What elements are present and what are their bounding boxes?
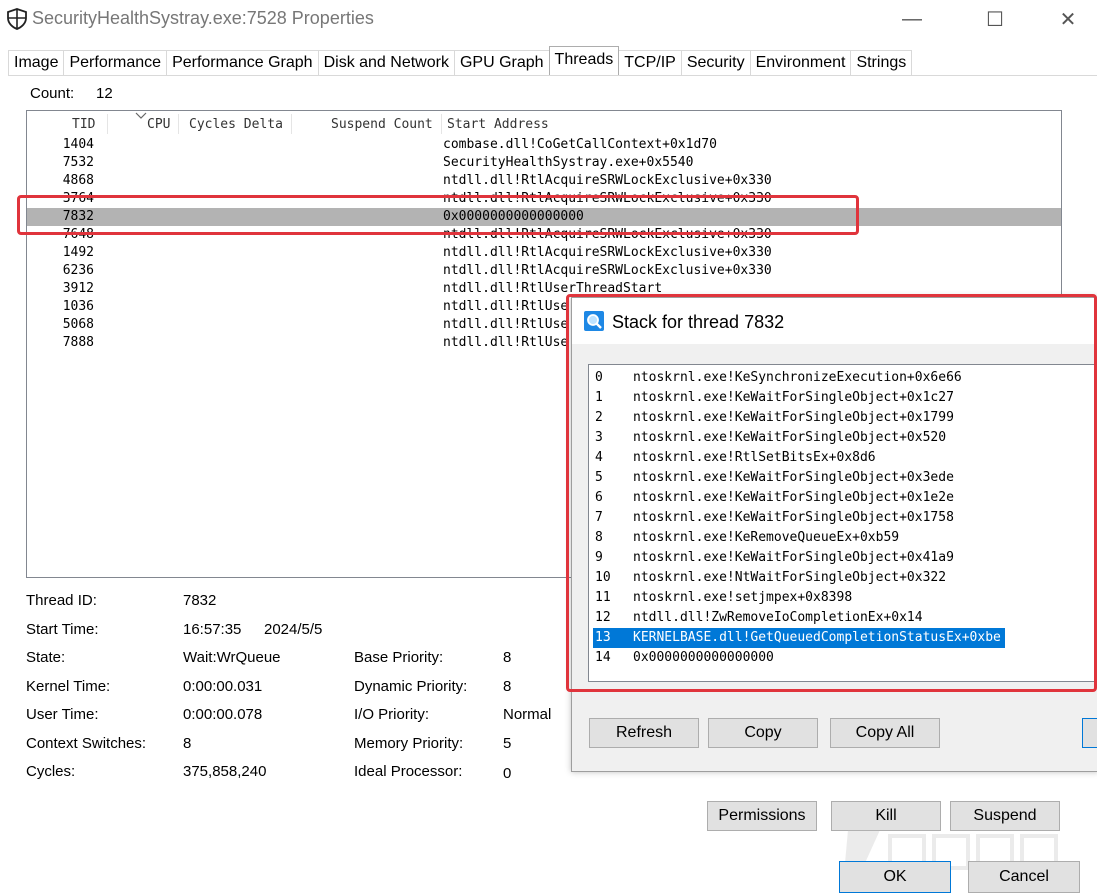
- close-button[interactable]: ✕: [1039, 0, 1097, 38]
- thread-tid: 6236: [62, 263, 94, 278]
- annotation-highlight-box: [566, 294, 1097, 692]
- tab-tcpip[interactable]: TCP/IP: [618, 50, 682, 75]
- thread-row[interactable]: 1492 ntdll.dll!RtlAcquireSRWLockExclusive…: [27, 244, 1061, 262]
- thread-row[interactable]: 6236 ntdll.dll!RtlAcquireSRWLockExclusive…: [27, 262, 1061, 280]
- refresh-button[interactable]: Refresh: [589, 718, 699, 748]
- thread-start-address: ntdll.dll!RtlAcquireSRWLockExclusive+0x3…: [443, 245, 772, 260]
- start-time-value: 16:57:35: [183, 621, 242, 638]
- thread-tid: 3912: [62, 281, 94, 296]
- thread-id-label: Thread ID:: [26, 592, 97, 609]
- shield-icon: [7, 8, 27, 30]
- tab-divider: [8, 75, 1097, 76]
- state-value: Wait:WrQueue: [183, 649, 281, 666]
- kernel-time-label: Kernel Time:: [26, 678, 111, 695]
- column-header-cycles-delta[interactable]: Cycles Delta: [189, 115, 283, 135]
- sort-chevron-icon: [135, 112, 147, 119]
- memory-priority-value: 5: [503, 735, 512, 752]
- window-title: SecurityHealthSystray.exe:7528 Propertie…: [32, 8, 374, 28]
- permissions-button[interactable]: Permissions: [707, 801, 817, 831]
- io-priority-label: I/O Priority:: [354, 706, 430, 723]
- tab-performance[interactable]: Performance: [63, 50, 168, 75]
- start-time-label: Start Time:: [26, 621, 99, 638]
- memory-priority-label: Memory Priority:: [354, 735, 464, 752]
- tab-performance-graph[interactable]: Performance Graph: [166, 50, 319, 75]
- tab-strings[interactable]: Strings: [850, 50, 913, 75]
- column-header-suspend-count[interactable]: Suspend Count: [331, 115, 433, 135]
- column-divider: [291, 114, 292, 134]
- dynamic-priority-value: 8: [503, 678, 512, 695]
- user-time-label: User Time:: [26, 706, 99, 723]
- thread-start-address: ntdll.dll!RtlAcquireSRWLockExclusive+0x3…: [443, 263, 772, 278]
- column-divider: [441, 114, 442, 134]
- annotation-highlight-box: [17, 195, 859, 235]
- maximize-button[interactable]: ☐: [966, 0, 1024, 38]
- thread-tid: 1036: [62, 299, 94, 314]
- column-divider: [107, 114, 108, 134]
- tab-strip: Image Performance Performance Graph Disk…: [8, 46, 913, 76]
- user-time-value: 0:00:00.078: [183, 706, 263, 723]
- thread-tid: 7532: [62, 155, 94, 170]
- thread-id-value: 7832: [183, 592, 217, 609]
- column-divider: [178, 114, 179, 134]
- column-header-tid[interactable]: TID: [72, 115, 95, 135]
- ideal-processor-label: Ideal Processor:: [354, 763, 463, 780]
- dynamic-priority-label: Dynamic Priority:: [354, 678, 468, 695]
- column-header-cpu[interactable]: CPU: [147, 115, 170, 135]
- title-bar: SecurityHealthSystray.exe:7528 Propertie…: [0, 0, 1097, 38]
- tab-environment[interactable]: Environment: [749, 50, 852, 75]
- thread-tid: 1492: [62, 245, 94, 260]
- tab-security[interactable]: Security: [680, 50, 751, 75]
- context-switches-value: 8: [183, 735, 192, 752]
- thread-start-address: combase.dll!CoGetCallContext+0x1d70: [443, 137, 717, 152]
- cancel-button[interactable]: Cancel: [968, 861, 1080, 893]
- close-dialog-button-partial[interactable]: [1082, 718, 1097, 748]
- thread-start-address: ntdll.dll!RtlUse: [443, 317, 569, 332]
- thread-start-address: ntdll.dll!RtlAcquireSRWLockExclusive+0x3…: [443, 173, 772, 188]
- tab-gpu-graph[interactable]: GPU Graph: [453, 50, 550, 75]
- tab-disk-and-network[interactable]: Disk and Network: [317, 50, 455, 75]
- context-switches-label: Context Switches:: [26, 735, 147, 752]
- thread-row[interactable]: 4868 ntdll.dll!RtlAcquireSRWLockExclusive…: [27, 172, 1061, 190]
- start-date-value: 2024/5/5: [264, 621, 323, 638]
- base-priority-value: 8: [503, 649, 512, 666]
- thread-row[interactable]: 1404 combase.dll!CoGetCallContext+0x1d70: [27, 136, 1061, 154]
- count-value: 12: [96, 85, 113, 102]
- thread-row[interactable]: 7532 SecurityHealthSystray.exe+0x5540: [27, 154, 1061, 172]
- kernel-time-value: 0:00:00.031: [183, 678, 263, 695]
- thread-start-address: SecurityHealthSystray.exe+0x5540: [443, 155, 694, 170]
- cycles-label: Cycles:: [26, 763, 76, 780]
- tab-image[interactable]: Image: [8, 50, 65, 75]
- thread-tid: 5068: [62, 317, 94, 332]
- thread-tid: 1404: [62, 137, 94, 152]
- copy-all-button[interactable]: Copy All: [830, 718, 940, 748]
- ok-button[interactable]: OK: [839, 861, 951, 893]
- column-header-start-address[interactable]: Start Address: [447, 115, 549, 135]
- cycles-value: 375,858,240: [183, 763, 267, 780]
- state-label: State:: [26, 649, 66, 666]
- thread-tid: 4868: [62, 173, 94, 188]
- tab-threads[interactable]: Threads: [548, 46, 620, 75]
- count-label: Count:: [30, 85, 75, 102]
- copy-button[interactable]: Copy: [708, 718, 818, 748]
- thread-start-address: ntdll.dll!RtlUse: [443, 299, 569, 314]
- minimize-button[interactable]: —: [883, 0, 941, 38]
- io-priority-value: Normal: [503, 706, 552, 723]
- thread-start-address: ntdll.dll!RtlUse: [443, 335, 569, 350]
- base-priority-label: Base Priority:: [354, 649, 444, 666]
- ideal-processor-value: 0: [503, 765, 512, 782]
- thread-tid: 7888: [62, 335, 94, 350]
